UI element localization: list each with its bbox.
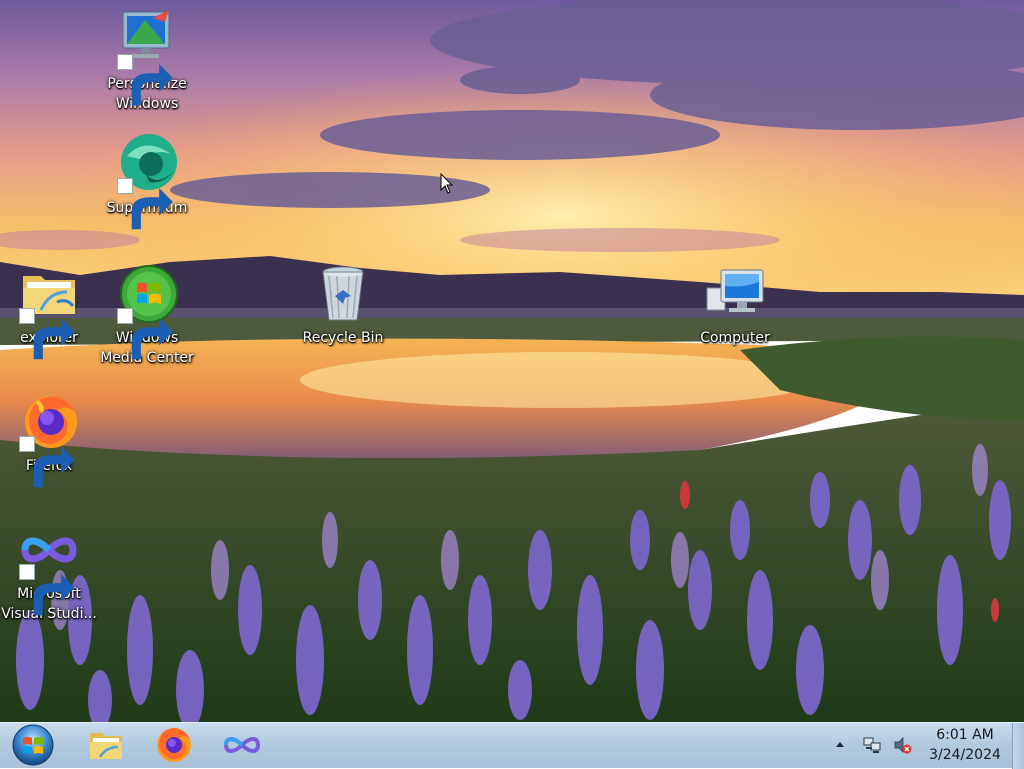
taskbar-clock[interactable]: 6:01 AM 3/24/2024 xyxy=(922,725,1008,765)
desktop-icon-computer[interactable]: Computer xyxy=(686,262,784,348)
desktop-icon-label: Recycle Bin xyxy=(302,330,384,346)
firefox-icon xyxy=(17,390,81,488)
shortcut-arrow-icon xyxy=(117,54,173,106)
chevron-up-icon xyxy=(836,742,844,747)
clock-time: 6:01 AM xyxy=(936,727,994,743)
desktop-icon-visual-studio[interactable]: Microsoft Visual Studi... xyxy=(0,518,98,624)
visual-studio-icon xyxy=(223,737,261,753)
desktop-icon-personalize-windows[interactable]: Personalize Windows xyxy=(98,8,196,114)
supermium-icon xyxy=(115,132,179,230)
taskbar: 6:01 AM 3/24/2024 xyxy=(0,722,1024,769)
desktop-icon-firefox[interactable]: Firefox xyxy=(0,390,98,488)
taskbar-visual-studio-button[interactable] xyxy=(214,724,270,766)
shortcut-arrow-icon xyxy=(19,308,75,360)
computer-icon xyxy=(703,262,767,326)
folder-icon xyxy=(17,262,81,360)
file-explorer-icon xyxy=(90,733,122,759)
taskbar-firefox-button[interactable] xyxy=(146,724,202,766)
recycle-bin-icon xyxy=(311,262,375,326)
personalize-icon xyxy=(115,8,179,106)
desktop-icon-windows-media-center[interactable]: Windows Media Center xyxy=(98,262,196,368)
network-tray-button[interactable] xyxy=(862,735,882,755)
desktop[interactable]: Personalize Windows Supermium explorer W… xyxy=(0,0,1024,722)
mouse-cursor-icon xyxy=(440,173,454,194)
clock-date: 3/24/2024 xyxy=(929,747,1001,763)
shortcut-arrow-icon xyxy=(117,178,173,230)
firefox-icon xyxy=(157,728,191,762)
desktop-icon-recycle-bin[interactable]: Recycle Bin xyxy=(294,262,392,348)
start-button[interactable] xyxy=(9,724,57,766)
windows-start-orb-icon xyxy=(12,724,54,766)
windows-media-center-icon xyxy=(115,262,179,360)
visual-studio-icon xyxy=(17,518,81,616)
desktop-icon-label: Computer xyxy=(700,330,770,346)
volume-tray-button[interactable] xyxy=(892,735,912,755)
network-icon xyxy=(863,737,881,753)
show-hidden-icons-button[interactable] xyxy=(830,735,850,755)
taskbar-file-explorer-button[interactable] xyxy=(78,724,134,766)
show-desktop-button[interactable] xyxy=(1012,723,1024,769)
shortcut-arrow-icon xyxy=(19,436,75,488)
desktop-icon-explorer[interactable]: explorer xyxy=(0,262,98,360)
shortcut-arrow-icon xyxy=(19,564,75,616)
volume-muted-icon xyxy=(894,737,912,754)
shortcut-arrow-icon xyxy=(117,308,173,360)
desktop-icon-supermium[interactable]: Supermium xyxy=(98,132,196,230)
